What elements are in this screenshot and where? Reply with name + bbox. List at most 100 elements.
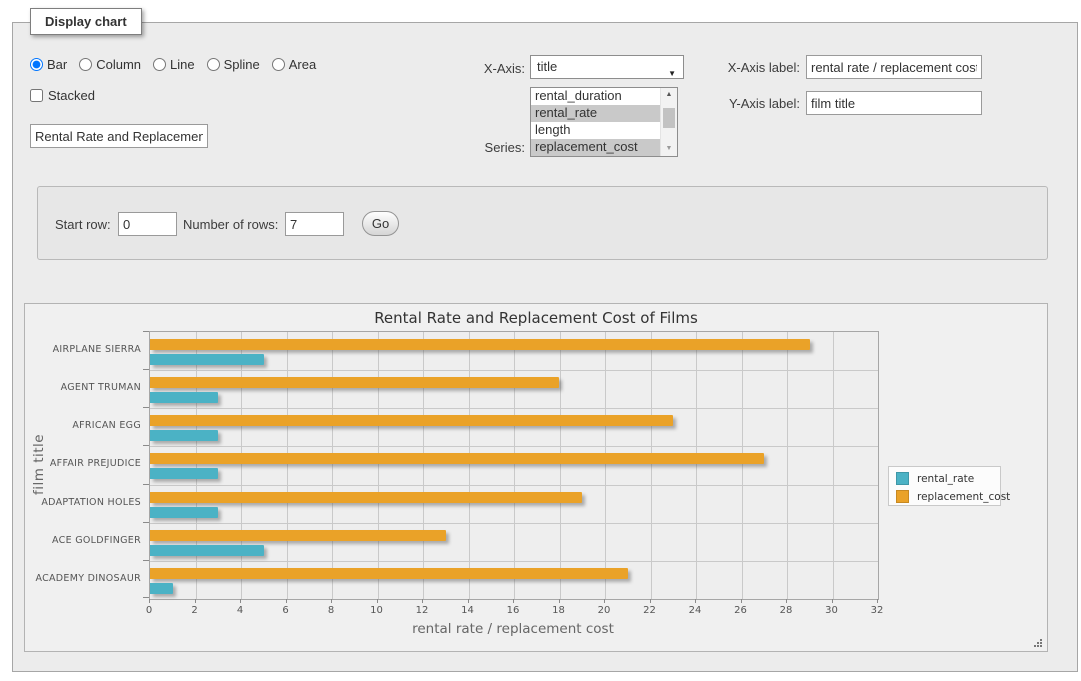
category-label: ACADEMY DINOSAUR xyxy=(25,560,141,598)
bar-group-adaptation-holes xyxy=(150,485,878,523)
x-tick-label: 10 xyxy=(362,605,392,616)
fieldset-legend-label: Display chart xyxy=(45,14,127,29)
chevron-down-icon: ▼ xyxy=(668,63,676,85)
x-axis-tick xyxy=(286,599,287,603)
scroll-up-icon[interactable]: ▲ xyxy=(661,88,677,102)
x-axis-tick xyxy=(650,599,651,603)
start-row-input[interactable] xyxy=(118,212,177,236)
x-axis-select-value: title xyxy=(537,59,557,74)
x-axis-select[interactable]: title ▼ xyxy=(530,55,684,79)
go-button[interactable]: Go xyxy=(362,211,399,236)
x-axis-caption: X-Axis: xyxy=(420,61,525,76)
category-label: AFFAIR PREJUDICE xyxy=(25,445,141,483)
page: Display chart Bar Column Line Spline Area St… xyxy=(0,0,1081,681)
chart-type-radio-column[interactable] xyxy=(79,58,92,71)
x-axis-tick xyxy=(149,599,150,603)
scrollbar-thumb[interactable] xyxy=(663,108,675,128)
y-axis-tick xyxy=(143,597,149,598)
y-axis-tick xyxy=(143,331,149,332)
category-label: ADAPTATION HOLES xyxy=(25,484,141,522)
x-tick-label: 0 xyxy=(134,605,164,616)
bar-rental_rate xyxy=(150,430,218,441)
chart-type-group: Bar Column Line Spline Area xyxy=(30,55,328,73)
series-option-length[interactable]: length xyxy=(531,122,677,139)
scroll-down-icon[interactable]: ▼ xyxy=(661,142,677,156)
y-axis-tick xyxy=(143,407,149,408)
chart-type-option-column[interactable]: Column xyxy=(79,57,141,72)
chart-type-option-spline[interactable]: Spline xyxy=(207,57,260,72)
chart-type-radio-spline[interactable] xyxy=(207,58,220,71)
x-axis-tick xyxy=(695,599,696,603)
x-tick-label: 28 xyxy=(771,605,801,616)
x-tick-label: 26 xyxy=(726,605,756,616)
chart-title-input[interactable] xyxy=(30,124,208,148)
series-option-replacement_cost[interactable]: replacement_cost xyxy=(531,139,677,156)
bar-rental_rate xyxy=(150,354,264,365)
x-tick-label: 2 xyxy=(180,605,210,616)
y-axis-label-caption: Y-Axis label: xyxy=(705,96,800,111)
fieldset-legend: Display chart xyxy=(30,8,142,35)
x-axis-tick xyxy=(331,599,332,603)
category-label: ACE GOLDFINGER xyxy=(25,522,141,560)
chart-type-radio-line[interactable] xyxy=(153,58,166,71)
chart-type-option-area[interactable]: Area xyxy=(272,57,316,72)
plot-area xyxy=(149,331,879,600)
chart-container: Rental Rate and Replacement Cost of Film… xyxy=(24,303,1048,652)
bar-replacement_cost xyxy=(150,453,764,464)
y-axis-tick xyxy=(143,445,149,446)
bar-group-airplane-sierra xyxy=(150,332,878,370)
resize-grip-icon[interactable] xyxy=(1032,637,1043,648)
chart-title: Rental Rate and Replacement Cost of Film… xyxy=(25,309,1047,327)
bar-replacement_cost xyxy=(150,377,559,388)
bar-group-affair-prejudice xyxy=(150,446,878,484)
y-axis-tick xyxy=(143,522,149,523)
y-axis-label-input[interactable] xyxy=(806,91,982,115)
series-option-rental_duration[interactable]: rental_duration xyxy=(531,88,677,105)
x-tick-label: 16 xyxy=(498,605,528,616)
chart-type-radio-bar[interactable] xyxy=(30,58,43,71)
start-row-label: Start row: xyxy=(55,217,111,232)
category-label: AGENT TRUMAN xyxy=(25,369,141,407)
x-tick-label: 18 xyxy=(544,605,574,616)
x-axis-tick xyxy=(468,599,469,603)
bar-replacement_cost xyxy=(150,530,446,541)
chart-type-option-bar[interactable]: Bar xyxy=(30,57,67,72)
chart-type-label: Bar xyxy=(47,57,67,72)
bar-group-african-egg xyxy=(150,408,878,446)
x-tick-label: 20 xyxy=(589,605,619,616)
x-tick-label: 22 xyxy=(635,605,665,616)
x-axis-tick xyxy=(513,599,514,603)
bar-replacement_cost xyxy=(150,339,810,350)
chart-type-label: Spline xyxy=(224,57,260,72)
stacked-checkbox[interactable] xyxy=(30,89,43,102)
x-axis-label-input[interactable] xyxy=(806,55,982,79)
chart-type-label: Area xyxy=(289,57,316,72)
chart-type-label: Line xyxy=(170,57,195,72)
chart-type-label: Column xyxy=(96,57,141,72)
bar-rental_rate xyxy=(150,468,218,479)
x-axis-tick xyxy=(741,599,742,603)
chart-legend: rental_ratereplacement_cost xyxy=(888,466,1001,506)
bar-rental_rate xyxy=(150,507,218,518)
chart-type-option-line[interactable]: Line xyxy=(153,57,195,72)
y-axis-tick xyxy=(143,369,149,370)
legend-entry-rental_rate: rental_rate xyxy=(896,472,974,485)
series-listbox[interactable]: rental_durationrental_ratelengthreplacem… xyxy=(530,87,678,157)
x-axis-tick xyxy=(786,599,787,603)
series-option-rental_rate[interactable]: rental_rate xyxy=(531,105,677,122)
category-label: AIRPLANE SIERRA xyxy=(25,331,141,369)
y-axis-tick xyxy=(143,484,149,485)
series-scrollbar[interactable]: ▲ ▼ xyxy=(660,88,677,156)
bar-group-ace-goldfinger xyxy=(150,523,878,561)
num-rows-input[interactable] xyxy=(285,212,344,236)
series-options: rental_durationrental_ratelengthreplacem… xyxy=(531,88,677,156)
stacked-option[interactable]: Stacked xyxy=(30,88,95,103)
bar-replacement_cost xyxy=(150,568,628,579)
stacked-label: Stacked xyxy=(48,88,95,103)
x-tick-label: 8 xyxy=(316,605,346,616)
bar-rental_rate xyxy=(150,392,218,403)
chart-type-radio-area[interactable] xyxy=(272,58,285,71)
x-axis-title: rental rate / replacement cost xyxy=(149,621,877,637)
num-rows-label: Number of rows: xyxy=(183,217,278,232)
bar-rental_rate xyxy=(150,545,264,556)
